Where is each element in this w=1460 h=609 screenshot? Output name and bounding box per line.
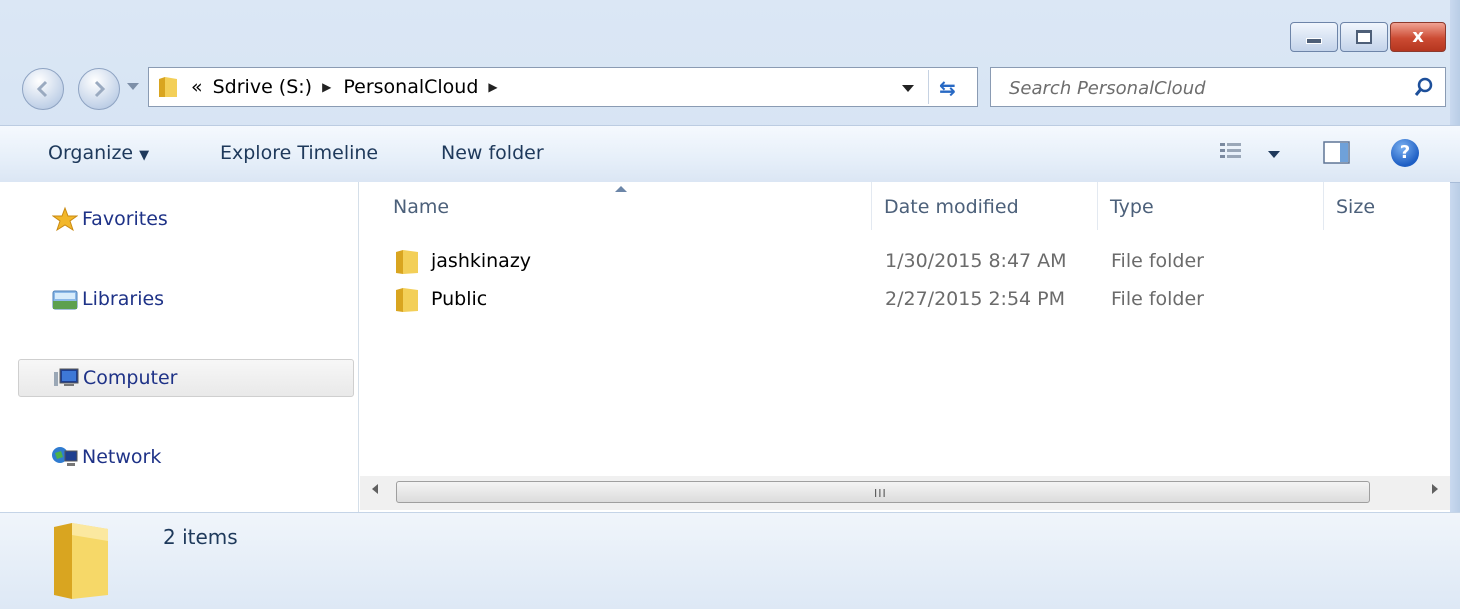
organize-menu[interactable]: Organize ▼ xyxy=(48,142,149,164)
breadcrumb-separator[interactable]: ▶ xyxy=(322,80,331,94)
close-button[interactable]: x xyxy=(1390,22,1446,52)
scrollbar-grip: III xyxy=(874,487,887,500)
column-header-name[interactable]: Name xyxy=(393,196,449,218)
file-list: Name Date modified Type Size jashkinazy … xyxy=(359,182,1450,512)
forward-arrow-icon xyxy=(94,80,106,98)
star-icon xyxy=(50,206,80,232)
command-bar: Organize ▼ Explore Timeline New folder ? xyxy=(0,125,1460,183)
file-name: Public xyxy=(431,288,488,310)
column-header-type[interactable]: Type xyxy=(1110,196,1154,218)
column-divider[interactable] xyxy=(871,182,872,230)
caption-buttons: x xyxy=(1290,22,1446,52)
breadcrumb-personalcloud[interactable]: PersonalCloud xyxy=(343,76,478,98)
file-row[interactable]: Public 2/27/2015 2:54 PM File folder xyxy=(389,282,1439,318)
search-input[interactable] xyxy=(1007,75,1391,101)
nav-item-label: Computer xyxy=(83,367,178,389)
nav-item-label: Network xyxy=(82,446,162,468)
back-button[interactable] xyxy=(22,68,64,110)
scroll-right-icon[interactable] xyxy=(1432,484,1438,494)
scroll-left-icon[interactable] xyxy=(372,484,378,494)
preview-pane-icon[interactable] xyxy=(1322,139,1352,167)
search-icon[interactable] xyxy=(1413,76,1435,98)
chevron-down-icon: ▼ xyxy=(139,148,150,163)
nav-item-computer[interactable]: Computer xyxy=(18,359,354,397)
address-history-dropdown[interactable] xyxy=(902,85,914,92)
nav-item-libraries[interactable]: Libraries xyxy=(18,280,354,318)
view-options-icon[interactable] xyxy=(1218,140,1246,164)
file-date-modified: 2/27/2015 2:54 PM xyxy=(885,288,1066,310)
forward-button[interactable] xyxy=(78,68,120,110)
details-pane: 2 items xyxy=(0,512,1460,609)
folder-icon xyxy=(396,250,418,274)
nav-item-label: Favorites xyxy=(82,208,168,230)
help-icon[interactable]: ? xyxy=(1391,139,1419,167)
close-icon: x xyxy=(1412,26,1424,47)
column-header-size[interactable]: Size xyxy=(1336,196,1375,218)
minimize-icon xyxy=(1306,38,1322,44)
breadcrumb-sdrive[interactable]: Sdrive (S:) xyxy=(213,76,312,98)
address-bar[interactable]: « Sdrive (S:) ▶ PersonalCloud ▶ ⇆ xyxy=(148,67,978,107)
organize-label: Organize xyxy=(48,142,134,164)
breadcrumb: « Sdrive (S:) ▶ PersonalCloud ▶ xyxy=(191,76,510,98)
folder-icon xyxy=(159,77,177,97)
file-name: jashkinazy xyxy=(431,250,532,272)
navigation-pane: Favorites Libraries Computer Network xyxy=(0,182,359,512)
file-type: File folder xyxy=(1111,288,1204,310)
recent-pages-dropdown[interactable] xyxy=(127,83,139,90)
item-count: 2 items xyxy=(163,525,238,549)
search-box[interactable] xyxy=(990,67,1446,107)
network-icon xyxy=(50,444,80,470)
libraries-icon xyxy=(50,286,80,312)
file-type: File folder xyxy=(1111,250,1204,272)
maximize-icon xyxy=(1356,30,1372,44)
breadcrumb-overflow[interactable]: « xyxy=(191,76,203,98)
file-date-modified: 1/30/2015 8:47 AM xyxy=(885,250,1067,272)
view-options-dropdown[interactable] xyxy=(1268,151,1280,158)
column-divider[interactable] xyxy=(1097,182,1098,230)
divider xyxy=(928,70,929,104)
scrollbar-thumb[interactable]: III xyxy=(396,481,1370,503)
folder-icon xyxy=(396,288,418,312)
explorer-window: x « Sdrive (S:) ▶ PersonalCloud ▶ ⇆ Sear… xyxy=(0,0,1460,609)
refresh-icon[interactable]: ⇆ xyxy=(939,76,956,100)
column-header-date-modified[interactable]: Date modified xyxy=(884,196,1019,218)
sort-ascending-icon xyxy=(615,186,627,192)
nav-item-network[interactable]: Network xyxy=(18,438,354,476)
large-folder-icon xyxy=(54,523,108,599)
nav-item-favorites[interactable]: Favorites xyxy=(18,200,354,238)
file-row[interactable]: jashkinazy 1/30/2015 8:47 AM File folder xyxy=(389,244,1439,280)
explore-timeline-button[interactable]: Explore Timeline xyxy=(220,142,378,164)
column-divider[interactable] xyxy=(1323,182,1324,230)
maximize-button[interactable] xyxy=(1340,22,1388,52)
minimize-button[interactable] xyxy=(1290,22,1338,52)
new-folder-button[interactable]: New folder xyxy=(441,142,544,164)
nav-item-label: Libraries xyxy=(82,288,165,310)
back-arrow-icon xyxy=(36,80,48,98)
computer-icon xyxy=(51,365,81,391)
horizontal-scrollbar[interactable]: III xyxy=(360,476,1450,510)
breadcrumb-separator[interactable]: ▶ xyxy=(488,80,497,94)
